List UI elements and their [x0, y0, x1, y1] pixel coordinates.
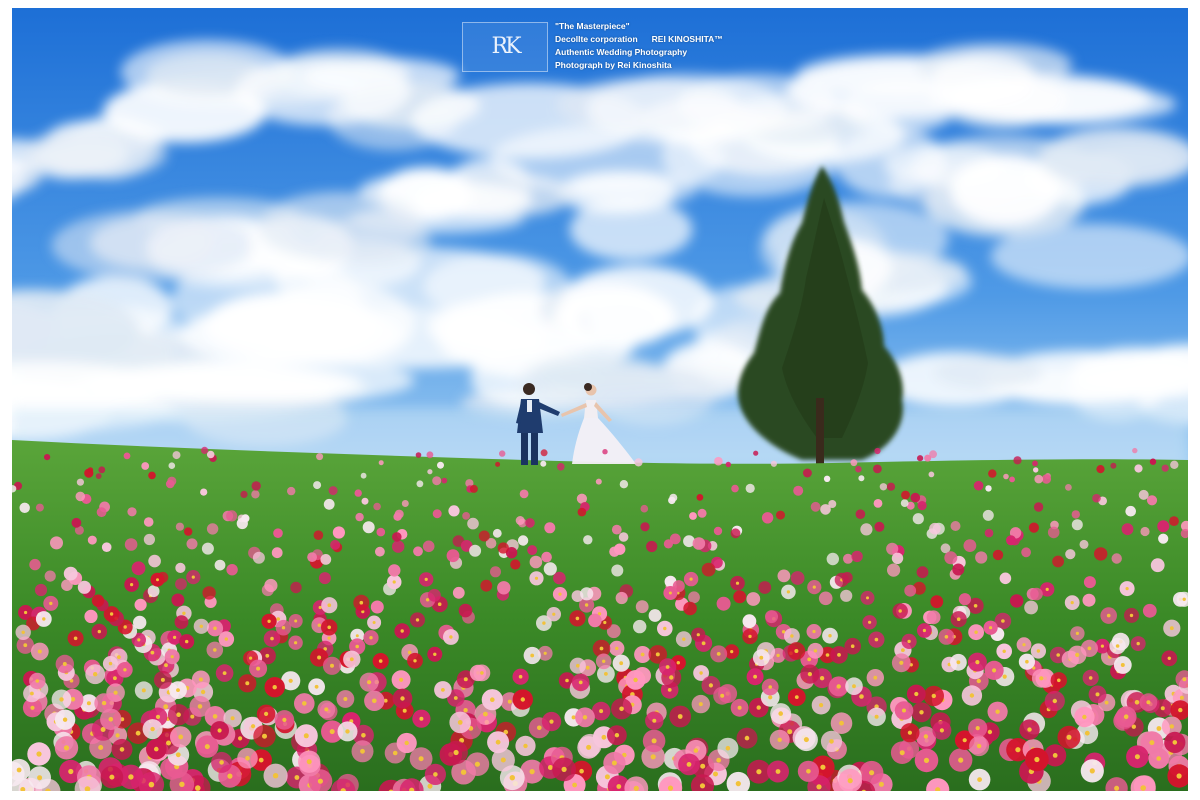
photographer-brand: REI KINOSHITA™	[651, 34, 723, 44]
photo-scene	[12, 8, 1188, 791]
watermark-text: "The Masterpiece" Decollte corporation RE…	[555, 20, 723, 72]
watermark-company: Decollte corporation REI KINOSHITA™	[555, 33, 723, 46]
clouds	[12, 39, 1188, 447]
company-name: Decollte corporation	[555, 34, 638, 44]
watermark: RK "The Masterpiece" Decollte corporatio…	[462, 20, 762, 80]
rk-logo-mark: RK	[491, 34, 522, 59]
watermark-credit: Photograph by Rei Kinoshita	[555, 60, 672, 70]
watermark-tagline: Authentic Wedding Photography	[555, 47, 688, 57]
rk-logo: RK	[462, 22, 548, 72]
wedding-photo: RK "The Masterpiece" Decollte corporatio…	[12, 8, 1188, 791]
watermark-title: "The Masterpiece"	[555, 21, 630, 31]
